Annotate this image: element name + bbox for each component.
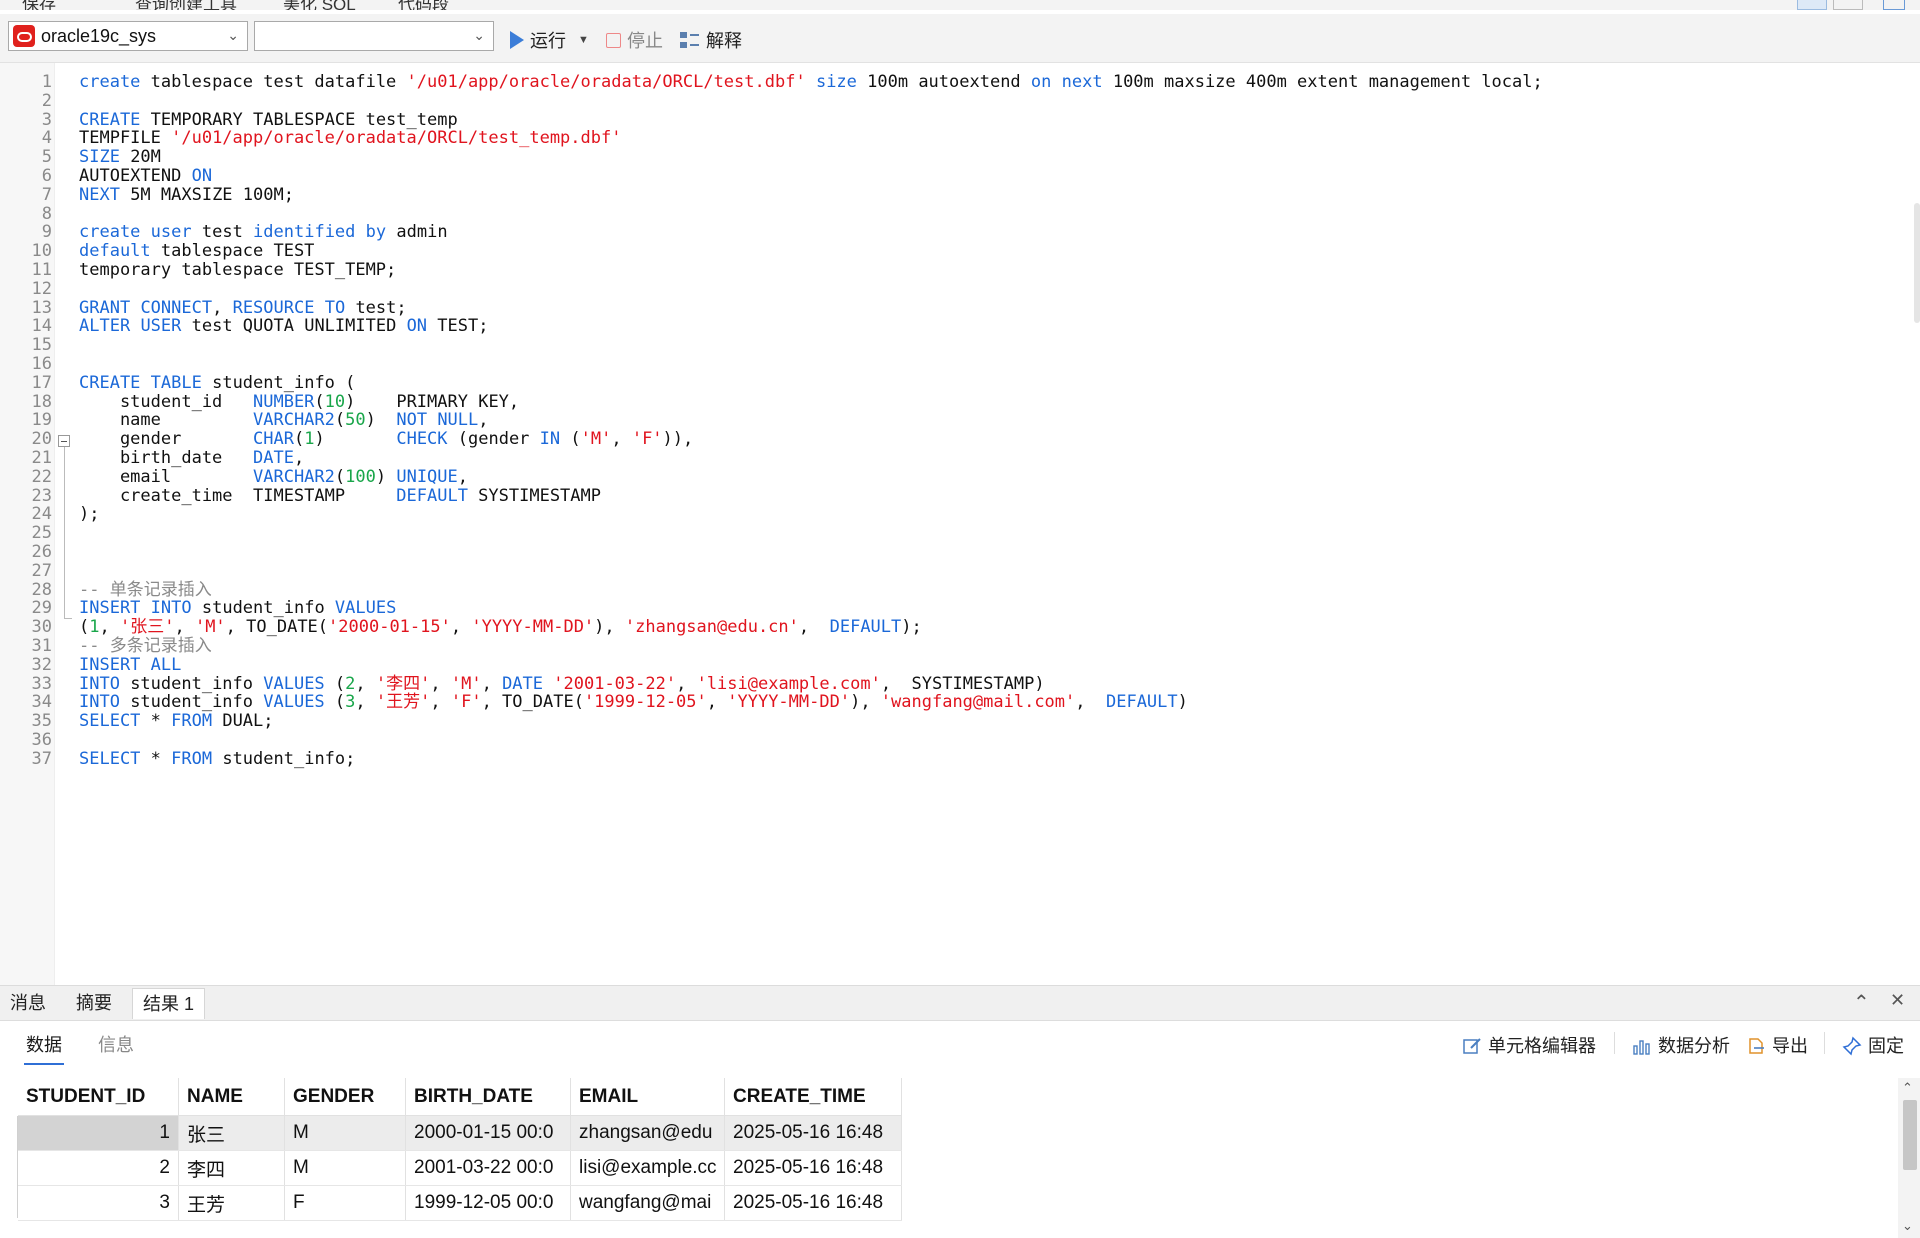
- sql-editor[interactable]: 1 create tablespace test datafile '/u01/a…: [0, 63, 1920, 985]
- subtab-data[interactable]: 数据: [24, 1031, 64, 1065]
- pin-button[interactable]: 固定: [1842, 1032, 1904, 1058]
- table-row[interactable]: 3 王芳 F 1999-12-05 00:0 wangfang@mai 2025…: [18, 1185, 902, 1221]
- keyword-token: FROM: [171, 748, 213, 769]
- cell-student-id[interactable]: 2: [18, 1150, 179, 1186]
- cell-email[interactable]: lisi@example.cc: [570, 1150, 725, 1186]
- scroll-up-icon[interactable]: ⌃: [1902, 1080, 1913, 1096]
- cell-editor-button[interactable]: 单元格编辑器: [1462, 1032, 1596, 1058]
- cell-birth-date[interactable]: 2000-01-15 00:0: [405, 1115, 571, 1151]
- cell-email[interactable]: zhangsan@edu: [570, 1115, 725, 1151]
- stop-icon: [606, 32, 621, 48]
- export-button[interactable]: 导出: [1746, 1032, 1808, 1058]
- explain-label: 解释: [706, 31, 742, 51]
- cell-create-time[interactable]: 2025-05-16 16:48: [724, 1150, 902, 1186]
- run-button[interactable]: 运行 ▼: [510, 27, 589, 53]
- tab-messages[interactable]: 消息: [0, 988, 56, 1018]
- table-row[interactable]: 2 李四 M 2001-03-22 00:0 lisi@example.cc 2…: [18, 1150, 902, 1186]
- row-selector[interactable]: [0, 1116, 18, 1150]
- table-row[interactable]: 1 张三 M 2000-01-15 00:0 zhangsan@edu 2025…: [18, 1115, 902, 1151]
- code-text: student_info;: [212, 748, 356, 769]
- column-header[interactable]: STUDENT_ID: [18, 1078, 179, 1116]
- caret-down-icon[interactable]: ▼: [578, 34, 589, 46]
- line-number: 37: [31, 748, 52, 769]
- run-label: 运行: [530, 31, 566, 51]
- connection-select[interactable]: oracle19c_sys ⌄: [8, 21, 248, 51]
- column-header[interactable]: GENDER: [284, 1078, 406, 1116]
- database-select[interactable]: ⌄: [254, 21, 494, 51]
- toolbar-separator: [1824, 1032, 1825, 1054]
- data-analysis-button[interactable]: 数据分析: [1632, 1032, 1730, 1058]
- cell-birth-date[interactable]: 2001-03-22 00:0: [405, 1150, 571, 1186]
- editor-toolbar: oracle19c_sys ⌄ ⌄ 运行 ▼ 停止 解释: [0, 14, 1920, 63]
- connection-value: oracle19c_sys: [41, 26, 157, 46]
- pin-label: 固定: [1868, 1036, 1904, 1056]
- export-icon: [1746, 1036, 1766, 1054]
- cell-email[interactable]: wangfang@mai: [570, 1185, 725, 1221]
- collapse-panel-icon[interactable]: ⌃: [1853, 990, 1870, 1015]
- expand-icon[interactable]: [1883, 0, 1905, 10]
- fold-guide: [64, 447, 65, 618]
- scroll-thumb[interactable]: [1903, 1100, 1917, 1170]
- close-panel-icon[interactable]: ✕: [1890, 990, 1905, 1011]
- layout-toggle-icon[interactable]: [1797, 0, 1827, 10]
- play-icon: [510, 31, 524, 49]
- grid-header-row: STUDENT_ID NAME GENDER BIRTH_DATE EMAIL …: [18, 1078, 902, 1116]
- explain-icon: [680, 31, 700, 49]
- edit-icon: [1462, 1036, 1482, 1054]
- cell-name[interactable]: 李四: [178, 1150, 285, 1186]
- column-header[interactable]: CREATE_TIME: [724, 1078, 902, 1116]
- pin-icon: [1842, 1036, 1862, 1056]
- tab-summary[interactable]: 摘要: [66, 988, 122, 1018]
- chevron-down-icon: ⌄: [473, 27, 485, 43]
- oracle-icon: [13, 25, 35, 47]
- code-line[interactable]: 37 SELECT * FROM student_info;: [0, 748, 1900, 771]
- explain-button[interactable]: 解释: [680, 27, 742, 53]
- bar-chart-icon: [1632, 1036, 1652, 1055]
- cell-gender[interactable]: M: [284, 1115, 406, 1151]
- stop-label: 停止: [627, 31, 663, 51]
- code-text: *: [140, 748, 172, 769]
- save-button-partial[interactable]: 保存: [22, 0, 56, 10]
- code-line-text: SELECT * FROM student_info;: [79, 748, 355, 771]
- cell-create-time[interactable]: 2025-05-16 16:48: [724, 1115, 902, 1151]
- row-selector[interactable]: [0, 1150, 18, 1184]
- cell-editor-label: 单元格编辑器: [1488, 1036, 1596, 1056]
- scroll-down-icon[interactable]: ⌄: [1902, 1218, 1913, 1234]
- column-header[interactable]: BIRTH_DATE: [405, 1078, 571, 1116]
- beautify-sql-button-partial[interactable]: 美化 SQL: [283, 0, 356, 10]
- cell-create-time[interactable]: 2025-05-16 16:48: [724, 1185, 902, 1221]
- cell-student-id[interactable]: 1: [18, 1115, 179, 1151]
- cell-birth-date[interactable]: 1999-12-05 00:0: [405, 1185, 571, 1221]
- fold-guide-end: [64, 618, 72, 619]
- tab-result-1[interactable]: 结果 1: [132, 988, 206, 1019]
- result-panel: 消息 摘要 结果 1 ⌃ ✕ 数据 信息 单元格编辑器 数据分析 导出 固定 S…: [0, 985, 1920, 1238]
- result-grid[interactable]: STUDENT_ID NAME GENDER BIRTH_DATE EMAIL …: [18, 1078, 902, 1221]
- keyword-token: SELECT: [79, 748, 141, 769]
- chevron-down-icon: ⌄: [227, 27, 239, 43]
- toolbar-separator: [1614, 1032, 1615, 1054]
- column-header[interactable]: NAME: [178, 1078, 285, 1116]
- fold-toggle-icon[interactable]: [58, 435, 70, 447]
- top-toolbar-partial: 保存 查询创建工具 美化 SQL 代码段: [0, 0, 1920, 10]
- subtab-info[interactable]: 信息: [98, 1031, 134, 1057]
- row-selector[interactable]: [0, 1184, 18, 1218]
- editor-scrollbar[interactable]: [1914, 203, 1920, 323]
- query-builder-button-partial[interactable]: 查询创建工具: [135, 0, 237, 10]
- data-analysis-label: 数据分析: [1658, 1036, 1730, 1056]
- snippet-button-partial[interactable]: 代码段: [398, 0, 449, 10]
- grid-scrollbar[interactable]: ⌃ ⌄: [1898, 1078, 1920, 1238]
- result-tabs: 消息 摘要 结果 1 ⌃ ✕: [0, 986, 1920, 1021]
- export-label: 导出: [1772, 1036, 1808, 1056]
- stop-button[interactable]: 停止: [606, 27, 663, 53]
- split-view-icon[interactable]: [1833, 0, 1863, 10]
- column-header[interactable]: EMAIL: [570, 1078, 725, 1116]
- cell-name[interactable]: 张三: [178, 1115, 285, 1151]
- cell-gender[interactable]: F: [284, 1185, 406, 1221]
- cell-name[interactable]: 王芳: [178, 1185, 285, 1221]
- cell-gender[interactable]: M: [284, 1150, 406, 1186]
- cell-student-id[interactable]: 3: [18, 1185, 179, 1221]
